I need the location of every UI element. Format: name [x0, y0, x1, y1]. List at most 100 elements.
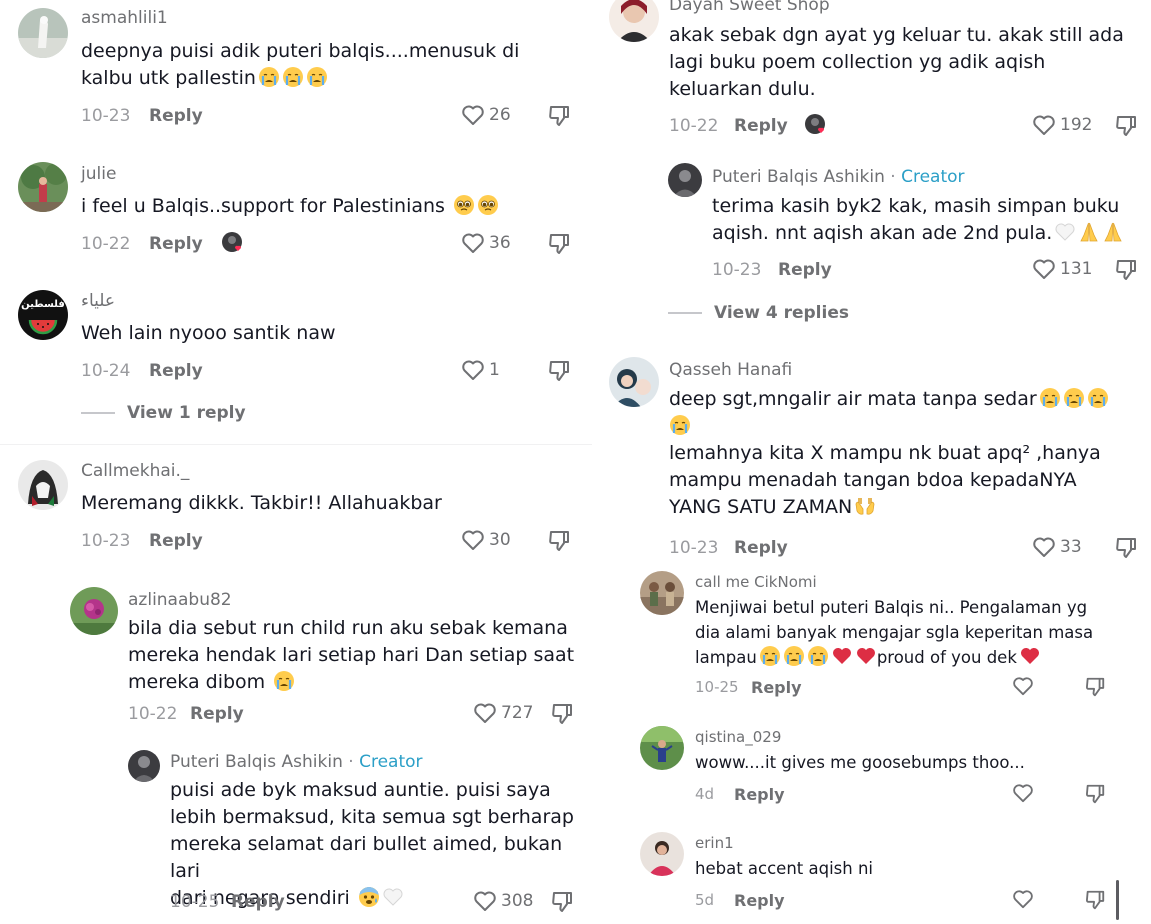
avatar[interactable]: [128, 750, 160, 782]
avatar[interactable]: [18, 162, 68, 212]
comment-text: Menjiwai betul puteri Balqis ni.. Pengal…: [695, 596, 1145, 671]
reply-button[interactable]: Reply: [734, 785, 785, 804]
comment-username[interactable]: call me CikNomi: [695, 573, 817, 591]
dislike-button[interactable]: [547, 529, 571, 553]
like-button[interactable]: [1012, 889, 1034, 909]
thumbs-down-icon: [1116, 538, 1136, 558]
comment-text-line: terima kasih byk2 kak, masih simpan buku: [712, 195, 1120, 217]
like-button[interactable]: 1: [461, 359, 500, 381]
like-button[interactable]: 36: [461, 232, 511, 254]
comment-text-line: lebih bermaksud, kita semua sgt berharap: [170, 806, 574, 828]
comment-username[interactable]: Callmekhai._: [81, 461, 189, 481]
dislike-button[interactable]: [1084, 783, 1106, 805]
comment-username[interactable]: Qasseh Hanafi: [669, 360, 792, 380]
avatar[interactable]: [640, 571, 684, 615]
thumbs-down-icon: [549, 234, 569, 254]
avatar[interactable]: [609, 357, 659, 407]
comment-username[interactable]: علياء: [81, 291, 115, 311]
reply-button[interactable]: Reply: [734, 538, 788, 558]
comment-username[interactable]: Puteri Balqis Ashikin · Creator: [170, 752, 423, 772]
reply-button[interactable]: Reply: [149, 531, 203, 551]
dislike-button[interactable]: [550, 890, 574, 914]
comment-date: 10-24: [81, 361, 131, 381]
like-button[interactable]: 30: [461, 529, 511, 551]
avatar[interactable]: [18, 460, 68, 510]
comment-date: 10-22: [81, 234, 131, 254]
comment-username[interactable]: julie: [81, 164, 116, 184]
comment-text-line: lemahnya kita X mampu nk buat apq² ,hany…: [669, 442, 1101, 464]
like-button[interactable]: 26: [461, 104, 511, 126]
avatar[interactable]: [640, 832, 684, 876]
like-button[interactable]: [1012, 783, 1034, 803]
comments-column-left: asmahlili1 deepnya puisi adik puteri bal…: [0, 0, 592, 924]
reply-button[interactable]: Reply: [149, 234, 203, 254]
heart-icon: [474, 891, 496, 911]
white-heart-icon: [1054, 221, 1076, 243]
comment-text-content: proud of you dek: [876, 648, 1017, 667]
palms-up-icon: [854, 495, 876, 517]
white-heart-icon: [382, 886, 404, 908]
comment-username[interactable]: qistina_029: [695, 728, 781, 746]
avatar[interactable]: [640, 726, 684, 770]
reply-button[interactable]: Reply: [734, 116, 788, 136]
dislike-button[interactable]: [547, 104, 571, 128]
avatar[interactable]: [18, 8, 68, 58]
reply-button[interactable]: Reply: [231, 892, 285, 912]
username-label: Puteri Balqis Ashikin: [712, 167, 885, 187]
comment-text: woww....it gives me goosebumps thoo...: [695, 753, 1025, 772]
dislike-button[interactable]: [1114, 536, 1138, 560]
comment-username[interactable]: Dayah Sweet Shop: [669, 0, 830, 15]
comment-username[interactable]: asmahlili1: [81, 8, 168, 28]
thumbs-down-icon: [1116, 260, 1136, 280]
like-count: 131: [1060, 259, 1093, 279]
like-button[interactable]: 308: [473, 890, 533, 912]
thumbs-down-icon: [549, 531, 569, 551]
dislike-button[interactable]: [1114, 258, 1138, 282]
reply-button[interactable]: Reply: [734, 891, 785, 910]
like-button[interactable]: 131: [1032, 258, 1092, 280]
comment-username[interactable]: Puteri Balqis Ashikin · Creator: [712, 167, 965, 187]
avatar[interactable]: [668, 163, 702, 197]
comment-text-line: YANG SATU ZAMAN: [669, 494, 1139, 521]
like-count: 33: [1060, 537, 1082, 557]
reply-button[interactable]: Reply: [751, 678, 802, 697]
divider: [0, 444, 592, 445]
avatar[interactable]: فلسطين: [18, 290, 68, 340]
comment-username[interactable]: erin1: [695, 834, 734, 852]
heart-icon: [474, 703, 496, 723]
dislike-button[interactable]: [547, 232, 571, 256]
view-replies-button[interactable]: View 1 reply: [81, 403, 246, 423]
comment-date: 10-25: [170, 892, 220, 912]
comment-text: hebat accent aqish ni: [695, 859, 873, 878]
like-button[interactable]: 192: [1032, 114, 1092, 136]
like-count: 1: [489, 360, 500, 380]
avatar[interactable]: [70, 587, 118, 635]
heart-icon: [1033, 537, 1055, 557]
dislike-button[interactable]: [1084, 676, 1106, 698]
reply-button[interactable]: Reply: [149, 361, 203, 381]
avatar[interactable]: [609, 0, 659, 42]
comment-text-content: YANG SATU ZAMAN: [669, 496, 853, 518]
reply-button[interactable]: Reply: [149, 106, 203, 126]
view-replies-button[interactable]: View 4 replies: [668, 303, 849, 323]
like-button[interactable]: 33: [1032, 536, 1082, 558]
comment-text-content: i feel u Balqis..support for Palestinian…: [81, 195, 445, 217]
dislike-button[interactable]: [547, 359, 571, 383]
dislike-button[interactable]: [1114, 114, 1138, 138]
comment-text: terima kasih byk2 kak, masih simpan buku…: [712, 193, 1151, 247]
heart-icon: [1013, 890, 1033, 909]
reply-button[interactable]: Reply: [778, 260, 832, 280]
comment-text-line: lagi buku poem collection yg adik aqish: [669, 51, 1046, 73]
like-button[interactable]: 727: [473, 702, 533, 724]
thumbs-down-icon: [1086, 890, 1105, 910]
comment-username[interactable]: azlinaabu82: [128, 590, 232, 610]
comment-date: 5d: [695, 891, 715, 909]
comment-text: deep sgt,mngalir air mata tanpa sedar le…: [669, 386, 1139, 521]
like-button[interactable]: [1012, 676, 1034, 696]
dislike-button[interactable]: [550, 702, 574, 726]
reply-button[interactable]: Reply: [190, 704, 244, 724]
heart-icon: [462, 105, 484, 125]
dislike-button[interactable]: [1084, 889, 1106, 911]
heart-icon: [462, 530, 484, 550]
scrollbar[interactable]: [1116, 880, 1119, 920]
